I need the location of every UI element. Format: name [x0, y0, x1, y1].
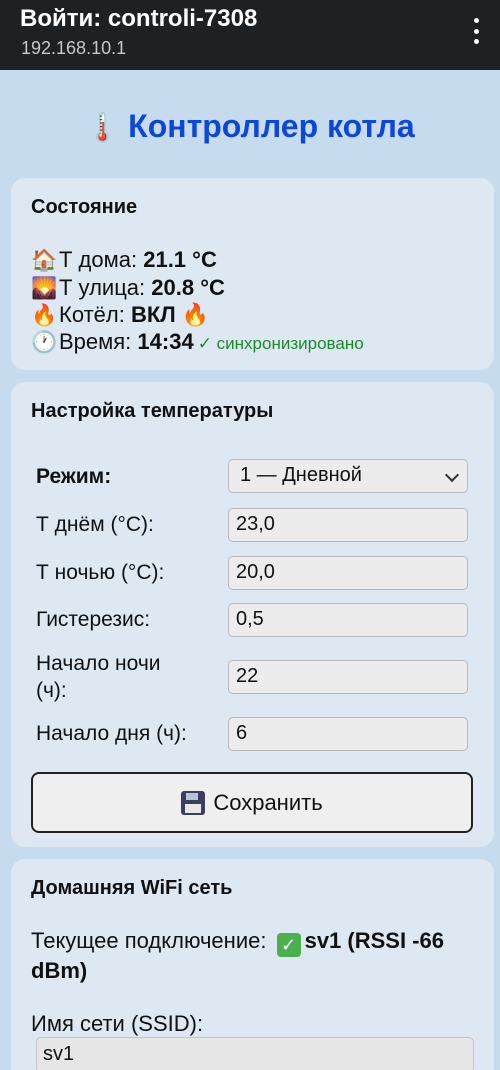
page-url: 192.168.10.1	[21, 38, 127, 58]
outside-temp-row: 🌄Т улица: 20.8 °C	[31, 275, 225, 301]
thermometer-icon: 🌡️	[85, 112, 121, 143]
sunrise-icon: 🌄	[31, 277, 58, 300]
home-temp-label: Т дома:	[59, 247, 144, 272]
day-temp-label: Т днём (°C):	[36, 513, 154, 536]
outside-temp-value: 20.8 °C	[151, 275, 225, 300]
mode-select-value: 1 — Дневной	[240, 464, 362, 486]
home-temp-row: 🏠Т дома: 21.1 °C	[31, 247, 217, 273]
boiler-value: ВКЛ	[130, 302, 176, 327]
boiler-row: 🔥Котёл: ВКЛ 🔥	[31, 302, 209, 328]
check-mark-icon: ✓	[276, 933, 301, 957]
page-title: Войти: controli-7308	[20, 5, 258, 32]
day-start-input[interactable]: 6	[228, 717, 468, 751]
mode-label: Режим:	[36, 465, 112, 488]
outside-temp-label: Т улица:	[59, 275, 152, 300]
home-temp-value: 21.1 °C	[143, 247, 217, 272]
night-temp-input[interactable]: 20,0	[228, 556, 468, 590]
ssid-label: Имя сети (SSID):	[31, 1011, 204, 1036]
day-temp-input[interactable]: 23,0	[228, 508, 468, 542]
night-temp-label: Т ночью (°C):	[36, 561, 165, 584]
app-title: Контроллер котла	[128, 108, 415, 144]
chevron-down-icon	[444, 467, 460, 483]
boiler-label: Котёл:	[59, 302, 131, 327]
night-start-label-line2: (ч):	[36, 679, 67, 702]
time-row: 🕐Время: 14:34 ✓ синхронизировано	[31, 329, 364, 355]
fire-icon: 🔥	[31, 304, 58, 327]
wifi-heading: Домашняя WiFi сеть	[31, 877, 233, 899]
current-connection-label: Текущее подключение:	[31, 928, 273, 953]
temperature-settings-card: Настройка температуры Режим: 1 — Дневной…	[11, 382, 494, 847]
status-card: Состояние 🏠Т дома: 21.1 °C 🌄Т улица: 20.…	[11, 178, 494, 370]
hysteresis-input[interactable]: 0,5	[228, 603, 468, 637]
night-start-label: Начало ночи (ч):	[36, 650, 161, 704]
time-value: 14:34	[137, 329, 194, 354]
clock-icon: 🕐	[31, 331, 58, 354]
status-heading: Состояние	[31, 196, 138, 218]
save-button-label: Сохранить	[213, 789, 323, 815]
hysteresis-label: Гистерезис:	[36, 608, 151, 631]
save-button[interactable]: Сохранить	[31, 772, 473, 833]
more-menu-icon[interactable]	[468, 18, 484, 44]
wifi-card: Домашняя WiFi сеть Текущее подключение: …	[11, 859, 494, 1070]
house-icon: 🏠	[31, 249, 58, 272]
wifi-current-connection: Текущее подключение: ✓ sv1 (RSSI -66 dBm)	[31, 927, 481, 985]
day-start-label: Начало дня (ч):	[36, 722, 187, 745]
ssid-input[interactable]: sv1	[36, 1037, 474, 1070]
time-label: Время:	[59, 329, 138, 354]
browser-topbar: Войти: controli-7308 192.168.10.1	[0, 0, 500, 70]
night-start-input[interactable]: 22	[228, 660, 468, 694]
night-start-label-line1: Начало ночи	[36, 652, 161, 675]
temperature-settings-heading: Настройка температуры	[31, 400, 274, 422]
fire-icon-2: 🔥	[181, 302, 210, 327]
floppy-disk-icon	[181, 790, 206, 815]
sync-status: ✓ синхронизировано	[197, 334, 364, 353]
mode-select[interactable]: 1 — Дневной	[228, 459, 468, 493]
app-header: 🌡️ Контроллер котла	[0, 108, 500, 145]
